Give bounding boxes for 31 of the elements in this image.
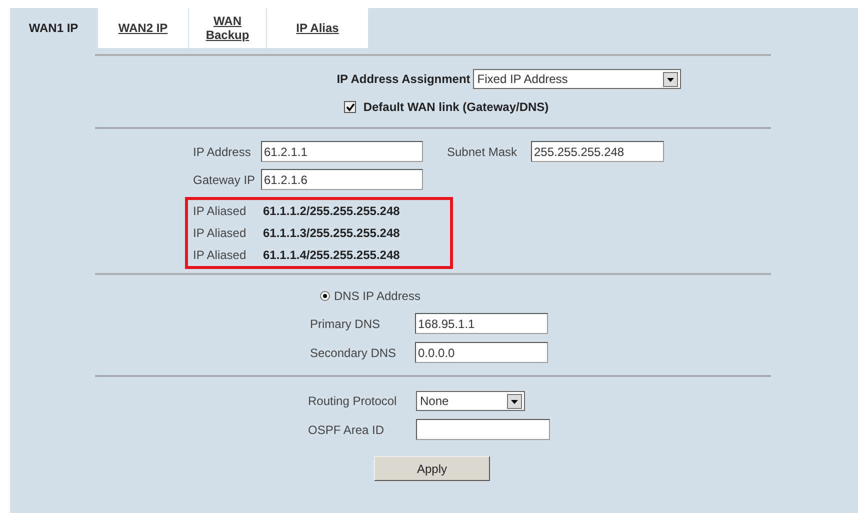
ospf-area-field[interactable] [416,419,550,440]
alias-value: 61.1.1.2/255.255.255.248 [263,203,400,220]
ip-address-field[interactable]: 61.2.1.1 [261,141,423,162]
field-label: OSPF Area ID [308,422,386,438]
field-label: Gateway IP [193,172,256,188]
checkbox[interactable] [344,101,356,113]
primary-dns-field[interactable]: 168.95.1.1 [415,313,548,334]
radio-button[interactable] [320,291,330,301]
gateway-field[interactable]: 61.2.1.6 [261,169,423,190]
tab[interactable]: WAN2 IP [97,8,188,48]
alias-value: 61.1.1.4/255.255.255.248 [263,247,400,264]
field-label: IP Aliased [193,225,248,242]
assignment-select[interactable]: Fixed IP Address [473,69,682,89]
field-label: Primary DNS [310,316,382,332]
alias-value: 61.1.1.3/255.255.255.248 [263,225,400,242]
field-label: Routing Protocol [308,393,398,410]
check-icon [346,102,355,112]
secondary-dns-field[interactable]: 0.0.0.0 [415,342,548,363]
apply-button[interactable]: Apply [374,456,490,481]
tab[interactable]: WAN Backup [188,8,266,48]
field-label: DNS IP Address [334,288,420,305]
subnet-mask-field[interactable]: 255.255.255.248 [531,141,664,162]
field-label: IP Aliased [193,203,248,220]
field-label: IP Address Assignment [336,71,470,88]
field-label: Secondary DNS [310,344,398,362]
checkbox-label: Default WAN link (Gateway/DNS) [363,99,549,116]
field-label: IP Aliased [193,247,248,264]
field-label: Subnet Mask [447,144,518,160]
tab[interactable]: IP Alias [266,8,368,48]
field-label: IP Address [193,144,252,160]
routing-protocol-select[interactable]: None [416,391,525,411]
